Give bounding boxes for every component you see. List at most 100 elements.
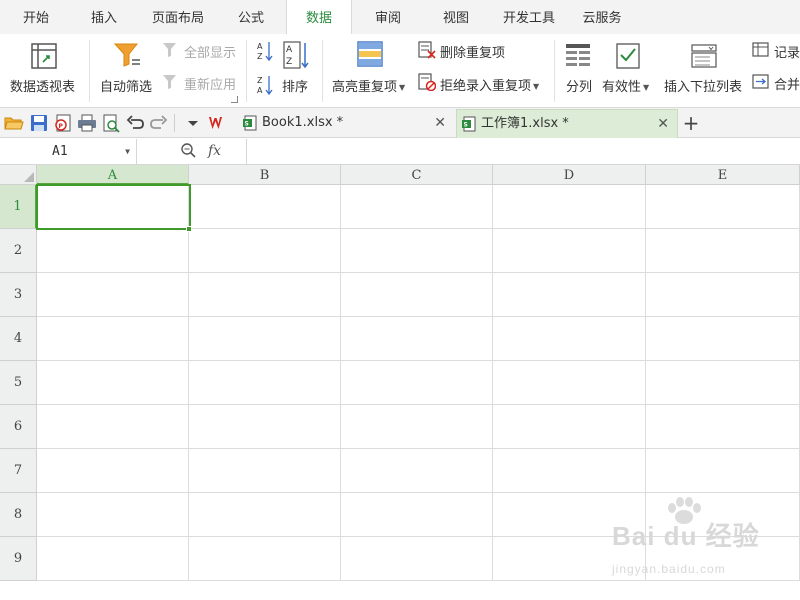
reject-duplicates-icon: [418, 73, 436, 91]
cell-d2[interactable]: [493, 229, 646, 273]
dialog-launcher-icon[interactable]: [231, 96, 238, 103]
ribbon-panel: 数据透视表 自动筛选 全部显示 重新应用 A Z Z A A Z 排序 高亮重复…: [0, 34, 800, 108]
cell-a3[interactable]: [37, 273, 189, 317]
column-header-d[interactable]: D: [493, 165, 646, 185]
row-header-3[interactable]: 3: [0, 273, 37, 317]
close-tab-icon[interactable]: ✕: [657, 110, 669, 138]
cell-c4[interactable]: [341, 317, 493, 361]
column-header-a[interactable]: A: [37, 165, 189, 185]
cell-d7[interactable]: [493, 449, 646, 493]
cell-b2[interactable]: [189, 229, 341, 273]
tab-formulas[interactable]: 公式: [228, 0, 274, 34]
cell-a7[interactable]: [37, 449, 189, 493]
save-icon[interactable]: [29, 113, 49, 133]
doc-tab-label: Book1.xlsx *: [262, 115, 344, 130]
cell-e7[interactable]: [646, 449, 800, 493]
active-cell-a1[interactable]: [36, 184, 191, 230]
cell-e6[interactable]: [646, 405, 800, 449]
tab-developer[interactable]: 开发工具: [496, 0, 562, 34]
row-header-9[interactable]: 9: [0, 537, 37, 581]
cell-c6[interactable]: [341, 405, 493, 449]
cell-b3[interactable]: [189, 273, 341, 317]
wps-logo-icon[interactable]: [208, 113, 228, 133]
doc-tab-workbook1[interactable]: S 工作簿1.xlsx * ✕: [456, 109, 678, 138]
name-box[interactable]: A1 ▼: [0, 139, 137, 164]
svg-text:A: A: [257, 86, 263, 95]
cell-d1[interactable]: [493, 185, 646, 229]
cell-e3[interactable]: [646, 273, 800, 317]
cell-d6[interactable]: [493, 405, 646, 449]
dropdown-list-icon: [691, 44, 717, 68]
print-preview-icon[interactable]: [101, 113, 121, 133]
cell-e2[interactable]: [646, 229, 800, 273]
column-header-e[interactable]: E: [646, 165, 800, 185]
close-tab-icon[interactable]: ✕: [434, 109, 446, 137]
cell-b9[interactable]: [189, 537, 341, 581]
cell-a6[interactable]: [37, 405, 189, 449]
column-header-b[interactable]: B: [189, 165, 341, 185]
zoom-lookup-icon[interactable]: [180, 142, 198, 160]
tab-cloud-services[interactable]: 云服务: [576, 0, 628, 34]
name-box-dropdown-icon[interactable]: ▼: [125, 139, 130, 164]
toolbar-divider: [174, 114, 175, 132]
new-tab-plus-icon[interactable]: +: [680, 109, 702, 137]
show-all-label: 全部显示: [184, 46, 237, 61]
row-header-6[interactable]: 6: [0, 405, 37, 449]
ribbon-separator: [246, 40, 247, 102]
cell-a2[interactable]: [37, 229, 189, 273]
cell-a8[interactable]: [37, 493, 189, 537]
cell-c5[interactable]: [341, 361, 493, 405]
cell-c3[interactable]: [341, 273, 493, 317]
cell-c1[interactable]: [341, 185, 493, 229]
row-header-2[interactable]: 2: [0, 229, 37, 273]
open-folder-icon[interactable]: [4, 113, 24, 133]
tab-review[interactable]: 审阅: [364, 0, 412, 34]
cell-d5[interactable]: [493, 361, 646, 405]
cell-e5[interactable]: [646, 361, 800, 405]
cell-a9[interactable]: [37, 537, 189, 581]
customize-toolbar-chevron-icon[interactable]: [183, 113, 203, 133]
print-icon[interactable]: [77, 113, 97, 133]
pivot-table-label: 数据透视表: [10, 80, 76, 95]
undo-icon[interactable]: [125, 113, 145, 133]
row-header-1[interactable]: 1: [0, 185, 37, 229]
redo-icon[interactable]: [149, 113, 169, 133]
funnel-refresh-icon: [163, 75, 176, 89]
tab-home[interactable]: 开始: [10, 0, 62, 34]
cell-c8[interactable]: [341, 493, 493, 537]
doc-tab-book1[interactable]: S Book1.xlsx * ✕: [236, 109, 454, 138]
row-header-4[interactable]: 4: [0, 317, 37, 361]
cell-c7[interactable]: [341, 449, 493, 493]
fill-handle[interactable]: [186, 226, 192, 232]
insert-function-fx-icon[interactable]: fx: [208, 139, 221, 164]
cell-b4[interactable]: [189, 317, 341, 361]
cell-b6[interactable]: [189, 405, 341, 449]
select-all-corner[interactable]: [0, 165, 37, 185]
cell-d4[interactable]: [493, 317, 646, 361]
cell-b7[interactable]: [189, 449, 341, 493]
cell-b5[interactable]: [189, 361, 341, 405]
export-pdf-icon[interactable]: P: [53, 113, 73, 133]
cell-e1[interactable]: [646, 185, 800, 229]
cell-b1[interactable]: [189, 185, 341, 229]
row-header-8[interactable]: 8: [0, 493, 37, 537]
funnel-disabled-icon: [163, 43, 176, 57]
cell-a4[interactable]: [37, 317, 189, 361]
row-header-7[interactable]: 7: [0, 449, 37, 493]
cell-b8[interactable]: [189, 493, 341, 537]
tab-insert[interactable]: 插入: [80, 0, 128, 34]
tab-data[interactable]: 数据: [286, 0, 352, 35]
svg-text:Z: Z: [286, 57, 292, 67]
cell-d3[interactable]: [493, 273, 646, 317]
cell-c9[interactable]: [341, 537, 493, 581]
tab-view[interactable]: 视图: [432, 0, 480, 34]
merge-icon: [752, 74, 769, 89]
row-header-5[interactable]: 5: [0, 361, 37, 405]
cell-c2[interactable]: [341, 229, 493, 273]
column-header-c[interactable]: C: [341, 165, 493, 185]
cell-e4[interactable]: [646, 317, 800, 361]
formula-bar: A1 ▼ fx: [0, 139, 800, 165]
formula-input[interactable]: [246, 139, 800, 164]
tab-page-layout[interactable]: 页面布局: [146, 0, 210, 34]
cell-a5[interactable]: [37, 361, 189, 405]
